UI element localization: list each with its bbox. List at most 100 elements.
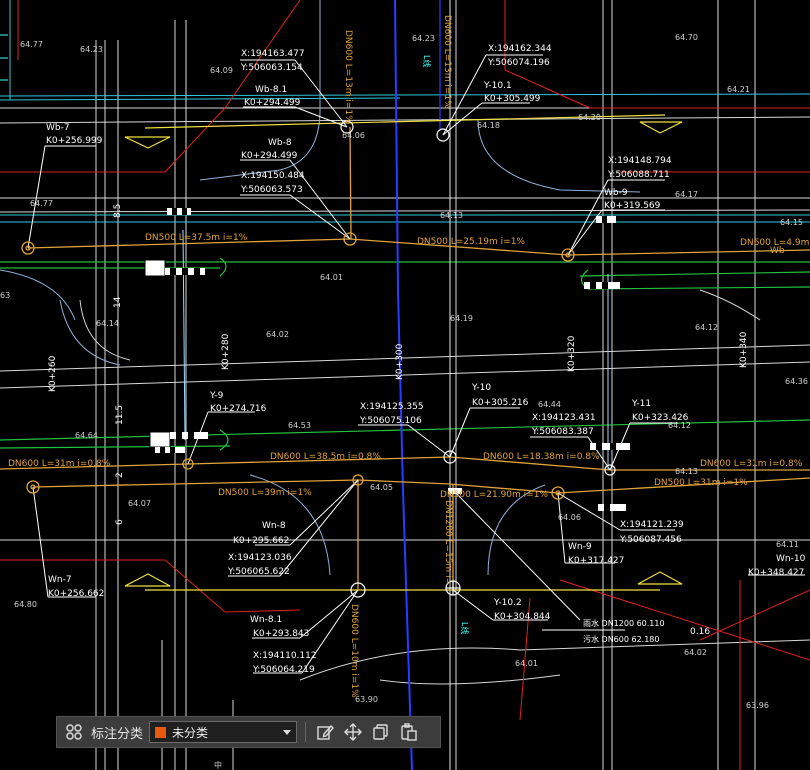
coord-x-label: X:194110.112 <box>253 651 317 661</box>
node-station-label: K0+256.999 <box>46 136 103 146</box>
node-name-label: Wb-8.1 <box>255 85 287 95</box>
dimension-label: 6 <box>115 519 125 525</box>
node-name-label: Y-10.2 <box>493 598 522 608</box>
svg-text:64.53: 64.53 <box>288 421 311 430</box>
node-name-label: Wb-8 <box>268 138 292 148</box>
pipe-label: DN600 L=13m i=1% <box>343 30 353 124</box>
coord-y-label: Y:506065.622 <box>227 567 290 577</box>
node-name-label: Y-9 <box>209 391 224 401</box>
dimension-label: 8.5 <box>113 204 123 218</box>
station-label: K0+260 <box>48 355 58 392</box>
pipe-label: DN500 L=31m i=1% <box>654 478 748 488</box>
category-swatch <box>155 726 167 738</box>
coord-x-label: X:194123.036 <box>228 553 292 563</box>
pipe-label: DN500 L=39m i=1% <box>218 488 312 498</box>
node-station-label: K0+294.499 <box>244 98 301 108</box>
svg-text:64.36: 64.36 <box>785 377 808 386</box>
svg-text:63.90: 63.90 <box>355 695 378 704</box>
svg-text:64.23: 64.23 <box>80 45 103 54</box>
coord-y-label: Y:506083.387 <box>531 427 594 437</box>
coord-y-label: Y:506075.106 <box>359 416 422 426</box>
rain-pipe-legend: 雨水 DN1200 60.110 <box>583 618 665 628</box>
svg-text:64.23: 64.23 <box>412 34 435 43</box>
pipe-label: DN1200 L=15m i= <box>443 500 453 585</box>
chevron-down-icon <box>283 729 292 735</box>
svg-text:64.17: 64.17 <box>675 190 698 199</box>
coord-x-label: X:194121.239 <box>620 520 684 530</box>
node-station-label: K0+348.427 <box>748 568 804 578</box>
coord-x-label: X:194125.355 <box>360 402 424 412</box>
coord-y-label: Y:506063.573 <box>240 185 303 195</box>
node-name-label: Y-10.1 <box>483 81 512 91</box>
pipe-label: DN600 L=13m i=1% <box>442 15 452 109</box>
cad-drawing-canvas[interactable]: X:194163.477 Y:506063.154 Wb-8.1 K0+294.… <box>0 0 810 770</box>
line-tag-label: L线 <box>422 55 432 67</box>
node-station-label: K0+294.499 <box>241 151 298 161</box>
node-station-label: K0+274.716 <box>210 404 267 414</box>
annotation-toolbar: 标注分类 未分类 <box>56 716 441 748</box>
svg-text:64.13: 64.13 <box>675 467 698 476</box>
node-name-label: Wn-7 <box>48 575 72 585</box>
pipe-label: DN600 L=38.5m i=0.8% <box>270 452 381 462</box>
pipe-label: DN500 L=25.19m i=1% <box>417 237 525 247</box>
coord-y-label: Y:506064.219 <box>252 665 315 675</box>
category-select-value: 未分类 <box>172 725 209 740</box>
node-name-label: Wb-9 <box>604 188 628 198</box>
node-name-label: Y-10 <box>471 383 491 393</box>
svg-text:64.13: 64.13 <box>440 211 463 220</box>
svg-text:64.01: 64.01 <box>515 659 538 668</box>
svg-text:64.06: 64.06 <box>558 513 581 522</box>
sewer-pipe-legend: 污水 DN600 62.180 <box>583 634 660 644</box>
svg-text:64.05: 64.05 <box>370 483 393 492</box>
move-icon[interactable] <box>342 721 364 743</box>
coord-x-label: X:194150.484 <box>241 171 305 181</box>
node-name-label: Wb-7 <box>46 123 70 133</box>
node-name-label: Wn-10 <box>776 554 806 564</box>
pipe-label: DN600 L=31m i=0.8% <box>700 459 803 469</box>
pipe-label: DN500 L=21.90m i=1% <box>440 490 548 500</box>
coord-x-label: X:194162.344 <box>488 44 552 54</box>
toolbar-divider <box>305 722 307 742</box>
node-name-label: Y-11 <box>631 399 651 409</box>
edit-icon[interactable] <box>314 721 336 743</box>
svg-text:63.96: 63.96 <box>746 701 769 710</box>
svg-text:64.09: 64.09 <box>210 66 233 75</box>
coord-x-label: X:194163.477 <box>241 49 305 59</box>
svg-text:64.02: 64.02 <box>684 648 707 657</box>
coord-y-label: Y:506088.711 <box>607 170 670 180</box>
svg-text:64.80: 64.80 <box>14 600 37 609</box>
paste-icon[interactable] <box>398 721 420 743</box>
svg-text:64.18: 64.18 <box>477 121 500 130</box>
node-station-label: K0+319.569 <box>604 201 661 211</box>
coord-x-label: X:194123.431 <box>532 413 596 423</box>
misc-label: 中 <box>214 760 222 770</box>
svg-text:64.44: 64.44 <box>538 400 561 409</box>
copy-icon[interactable] <box>370 721 392 743</box>
pipe-label: DN600 L=10m i=1% <box>349 604 359 698</box>
svg-text:63: 63 <box>0 291 10 300</box>
svg-text:64.12: 64.12 <box>695 323 718 332</box>
pipe-label: Wb <box>770 246 785 256</box>
svg-text:64.64: 64.64 <box>75 431 98 440</box>
node-name-label: Wn-9 <box>568 542 592 552</box>
node-station-label: K0+293.843 <box>253 629 309 639</box>
category-label: 标注分类 <box>91 726 144 742</box>
svg-text:64.70: 64.70 <box>675 33 698 42</box>
dimension-label: 11.5 <box>115 405 125 425</box>
node-name-label: Wn-8 <box>262 521 286 531</box>
grid-icon[interactable] <box>63 721 85 743</box>
coord-y-label: Y:506063.154 <box>240 63 303 73</box>
svg-text:64.02: 64.02 <box>266 330 289 339</box>
node-name-label: Wn-8.1 <box>250 615 282 625</box>
line-tag-label: L线 <box>460 622 470 634</box>
svg-text:64.12: 64.12 <box>668 421 691 430</box>
pipe-label: DN600 L=31m i=0.8% <box>8 459 111 469</box>
svg-text:64.07: 64.07 <box>128 499 151 508</box>
svg-text:64.77: 64.77 <box>30 199 53 208</box>
category-select[interactable]: 未分类 <box>149 721 298 743</box>
node-station-label: K0+305.216 <box>472 398 529 408</box>
node-station-label: K0+305.499 <box>484 94 541 104</box>
dimension-label: 2 <box>115 472 125 478</box>
coord-y-label: Y:506074.196 <box>487 58 550 68</box>
svg-text:64.19: 64.19 <box>450 314 473 323</box>
